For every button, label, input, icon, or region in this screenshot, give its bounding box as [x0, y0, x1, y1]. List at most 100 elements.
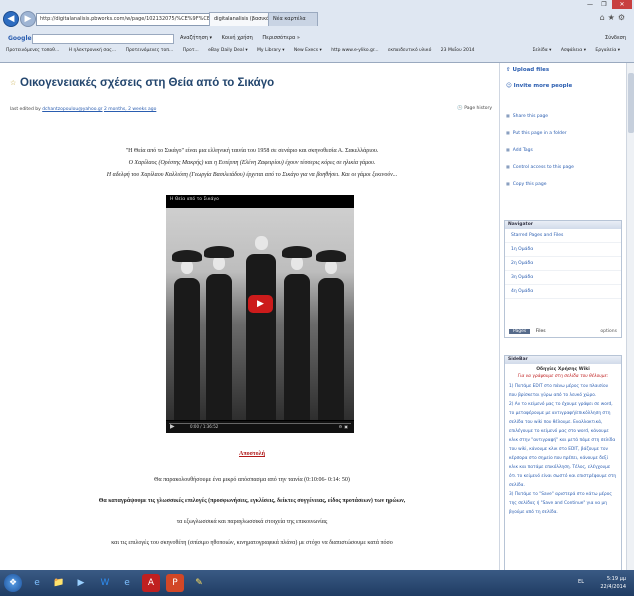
star-icon[interactable]: ☆ [10, 80, 17, 87]
google-search-input[interactable] [32, 34, 174, 44]
intro-line: Η αδελφή του Χαρίλαου Καλλιόπη (Γεωργία … [106, 172, 398, 178]
clock-date: 22/4/2014 [600, 584, 626, 590]
navigator-options[interactable]: options [600, 329, 617, 334]
nav-group-2[interactable]: 2η Ομάδα [505, 257, 621, 271]
powerpoint-icon[interactable]: P [166, 574, 184, 592]
language-indicator[interactable]: EL [578, 579, 584, 585]
google-search-button[interactable]: Αναζήτηση ▾ [180, 35, 212, 41]
section-title: Αποστολή [238, 451, 265, 457]
body-line: Θα παρακολουθήσουμε ένα μικρό απόσπασμα … [154, 477, 350, 483]
bookmark-item[interactable]: New Execs ▾ [294, 48, 322, 53]
maximize-button[interactable]: ❐ [598, 0, 610, 9]
page-history-link[interactable]: 🕓 Page history [457, 106, 492, 111]
navigator-panel: Navigator Starred Pages and Files 1η Ομά… [504, 220, 622, 338]
main-column: ☆ Οικογενειακές σχέσεις στη Θεία από το … [8, 63, 496, 570]
intro-text: "Η Θεία από το Σικάγο" είναι μια ελληνικ… [8, 145, 496, 181]
intro-line: Ο Χαρίλαος (Ορέστης Μακρής) και η Ευτέρπ… [128, 160, 376, 166]
clock[interactable]: 5:19 μμ 22/4/2014 [600, 575, 626, 591]
start-button-icon[interactable]: ❖ [4, 574, 22, 592]
video-title[interactable]: Η Θεία από το Σικάγο [170, 197, 219, 202]
section-heading: Αποστολή [8, 451, 496, 457]
command-bar: Σελίδα ▾ Ασφάλεια ▾ Εργαλεία ▾ [533, 46, 629, 56]
embedded-video[interactable]: Η Θεία από το Σικάγο ▶ ▶ 0:00 / 1:36:52 … [166, 195, 354, 433]
body-line: και τις επιλογές του σκηνοθέτη (σπίσιμο … [111, 540, 393, 546]
access-control-link[interactable]: Control access to this page [506, 159, 574, 176]
paint-icon[interactable]: ✎ [190, 574, 208, 592]
sidebar-heading: Οδηγίες Χρήσης Wiki [536, 367, 590, 372]
sign-in-link[interactable]: Σύνδεση [605, 33, 626, 44]
bookmark-item[interactable]: Προτεινόμενες τοποθ... [6, 48, 59, 53]
google-toolbar-items: Αναζήτηση ▾ Κοινή χρήση Περισσότερα » [180, 33, 308, 44]
body-text: Θα παρακολουθήσουμε ένα μικρό απόσπασμα … [8, 470, 496, 554]
sidebar-step: 3) Πατάμε το "Save" αριστερά στο κάτω μέ… [509, 492, 612, 515]
scrollbar-thumb[interactable] [628, 73, 634, 133]
play-button-icon[interactable]: ▶ [248, 295, 273, 313]
bookmarks-bar: Προτεινόμενες τοποθ... Η ηλεκτρονική σας… [6, 46, 483, 56]
google-share-button[interactable]: Κοινή χρήση [222, 35, 253, 41]
tab-new[interactable]: Νέα καρτέλα [268, 12, 318, 26]
word-icon[interactable]: W [96, 574, 114, 592]
page-content: ☆ Οικογενειακές σχέσεις στη Θεία από το … [0, 63, 634, 572]
bookmark-item[interactable]: Προτ... [183, 48, 199, 53]
bookmark-item[interactable]: My Library ▾ [257, 48, 284, 53]
nav-group-1[interactable]: 1η Ομάδα [505, 243, 621, 257]
right-sidebar: ⇧ Upload files ☺ Invite more people Shar… [499, 63, 634, 572]
scrollbar[interactable] [626, 63, 634, 570]
body-line: Θα καταγράψουμε τις γλωσσικές επιλογές (… [98, 498, 406, 504]
toolbar-icons[interactable]: ⌂★⚙ [600, 13, 628, 22]
back-arrow-icon[interactable]: ◀ [3, 11, 19, 27]
page-title: Οικογενειακές σχέσεις στη Θεία από το Σι… [20, 77, 275, 89]
bookmark-item[interactable]: eBay Daily Deal ▾ [208, 48, 247, 53]
taskbar: ❖ e 📁 ▶ W e A P ✎ EL 5:19 μμ 22/4/2014 [0, 570, 634, 596]
nav-group-3[interactable]: 3η Ομάδα [505, 271, 621, 285]
navigator-title: Navigator [505, 221, 621, 229]
folder-link[interactable]: Put this page in a folder [506, 125, 574, 142]
safety-menu[interactable]: Ασφάλεια ▾ [561, 48, 586, 53]
internet-explorer-icon[interactable]: e [28, 574, 46, 592]
google-more-button[interactable]: Περισσότερα » [262, 35, 300, 41]
ie-window-icon[interactable]: e [118, 574, 136, 592]
bookmark-item[interactable]: http www.e-yliko.gr... [331, 48, 378, 53]
close-button[interactable]: ✕ [612, 0, 632, 9]
page-menu[interactable]: Σελίδα ▾ [533, 48, 552, 53]
forward-arrow-icon[interactable]: ▶ [20, 11, 36, 27]
bookmark-item[interactable]: Προτεινόμενες τοπ... [126, 48, 174, 53]
google-logo: Google [8, 35, 32, 42]
folder-icon[interactable]: 📁 [50, 574, 68, 592]
editor-link[interactable]: dchantzopoulou@yahoo.gr [42, 107, 102, 112]
tab-pages[interactable]: Pages [509, 329, 531, 334]
bookmark-item[interactable]: εκπαιδευτικό υλικό [388, 48, 431, 53]
video-thumbnail [166, 208, 354, 420]
play-icon[interactable]: ▶ [170, 421, 175, 433]
video-controls[interactable]: ▶ 0:00 / 1:36:52 ⚙▣ [166, 421, 354, 433]
sidebar-panel-title: SideBar [505, 356, 621, 364]
sidebar-step: 2) Αν το κείμενό μας το έχουμε γράψει σε… [509, 402, 617, 488]
sidebar-step: 1) Πατάμε EDIT στο πάνω μέρος του πλαισί… [509, 384, 609, 398]
add-tags-link[interactable]: Add Tags [506, 142, 574, 159]
video-settings-icon[interactable]: ⚙▣ [339, 421, 350, 433]
edit-time-link[interactable]: 2 months, 2 weeks ago [104, 107, 156, 112]
copy-page-link[interactable]: Copy this page [506, 176, 574, 193]
share-page-link[interactable]: Share this page [506, 108, 574, 125]
clock-time: 5:19 μμ [606, 576, 626, 582]
tools-menu[interactable]: Εργαλεία ▾ [595, 48, 620, 53]
pdf-icon[interactable]: A [142, 574, 160, 592]
media-player-icon[interactable]: ▶ [72, 574, 90, 592]
body-line: τα εξωγλωσσικά και παραγλωσσικά στοιχεία… [176, 519, 328, 525]
address-bar[interactable]: http://digitalanalisis.pbworks.com/w/pag… [36, 13, 211, 26]
page-actions: Share this page Put this page in a folde… [506, 108, 574, 193]
page-history-label: Page history [464, 106, 492, 111]
google-toolbar: Google Αναζήτηση ▾ Κοινή χρήση Περισσότε… [0, 33, 634, 44]
upload-label: Upload files [512, 67, 550, 73]
nav-group-4[interactable]: 4η Ομάδα [505, 285, 621, 299]
invite-link[interactable]: ☺ Invite more people [506, 83, 572, 89]
bookmark-item[interactable]: Η ηλεκτρονική σας... [69, 48, 116, 53]
upload-files-link[interactable]: ⇧ Upload files [506, 67, 549, 73]
nav-starred[interactable]: Starred Pages and Files [505, 229, 621, 243]
minimize-button[interactable]: — [584, 0, 596, 9]
bookmark-item[interactable]: 23 Μαΐου 2014 [441, 48, 475, 53]
edit-prefix: last edited by [10, 107, 41, 112]
sidebar-subheading: Για να γράψουμε στη σελίδα του θέλουμε: [517, 374, 609, 379]
tab-files[interactable]: Files [536, 329, 546, 334]
tab-active[interactable]: digitalanalisis (βασικό) Ι... [209, 12, 274, 26]
